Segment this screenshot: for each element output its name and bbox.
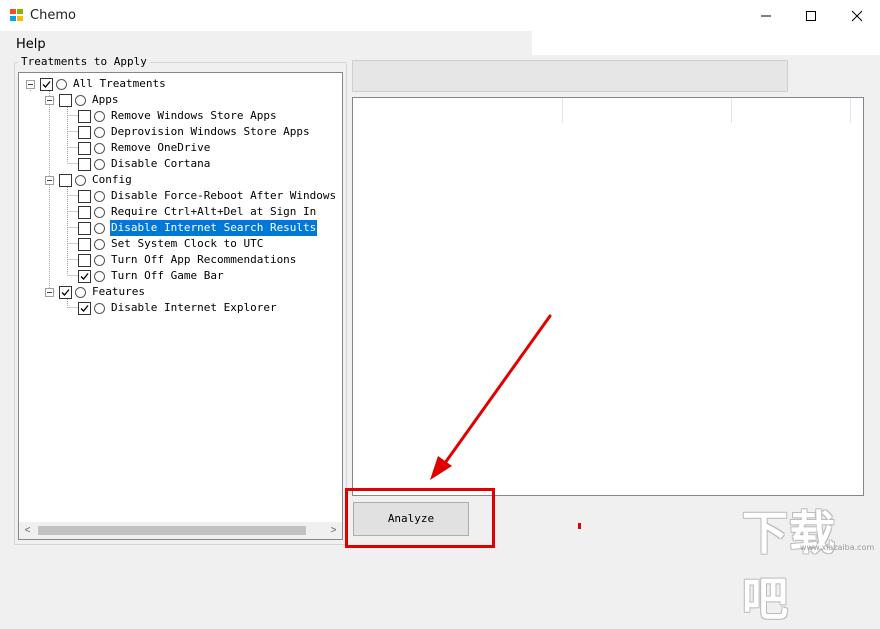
tree-node-label: Turn Off App Recommendations <box>111 253 297 266</box>
tree-node-label: Remove OneDrive <box>111 141 211 154</box>
status-radio-icon <box>75 95 86 106</box>
column-divider[interactable] <box>562 98 563 123</box>
item-checkbox[interactable] <box>78 190 91 203</box>
annotation-highlight-box <box>345 488 495 548</box>
item-checkbox[interactable] <box>78 254 91 267</box>
apps-checkbox[interactable] <box>59 94 72 107</box>
item-checkbox[interactable] <box>78 126 91 139</box>
tree-node-label-selected: Disable Internet Search Results <box>110 220 318 236</box>
status-radio-icon <box>75 287 86 298</box>
status-radio-icon <box>75 175 86 186</box>
window-title: Chemo <box>30 8 76 23</box>
tree-node-label: Turn Off Game Bar <box>111 269 224 282</box>
maximize-icon <box>806 11 816 21</box>
checkmark-icon <box>42 81 51 88</box>
results-list-header <box>353 98 863 123</box>
menu-bar: Help <box>0 31 532 55</box>
scroll-right-icon[interactable]: > <box>325 522 342 539</box>
maximize-button[interactable] <box>788 0 834 31</box>
close-button[interactable] <box>834 0 880 31</box>
tree-node-label: Set System Clock to UTC <box>111 237 264 250</box>
menu-help[interactable]: Help <box>16 37 46 52</box>
tree-item-disable-internet-search[interactable]: Disable Internet Search Results <box>19 220 339 236</box>
close-icon <box>851 10 863 22</box>
tree-node-apps[interactable]: Apps <box>19 92 339 108</box>
horizontal-scrollbar[interactable]: < > <box>19 522 342 539</box>
collapse-icon[interactable] <box>45 176 54 185</box>
item-checkbox[interactable] <box>78 222 91 235</box>
tree-item-remove-store-apps[interactable]: Remove Windows Store Apps <box>19 108 339 124</box>
item-checkbox[interactable] <box>78 158 91 171</box>
status-radio-icon <box>94 111 105 122</box>
tree-node-label: Disable Internet Explorer <box>111 301 277 314</box>
tree-item-remove-onedrive[interactable]: Remove OneDrive <box>19 140 339 156</box>
annotation-arrow-icon <box>430 314 552 480</box>
minimize-icon <box>761 15 771 17</box>
status-radio-icon <box>94 255 105 266</box>
watermark-url: www.xiazaiba.com <box>800 543 875 552</box>
item-checkbox[interactable] <box>78 206 91 219</box>
tree-node-root[interactable]: All Treatments <box>19 76 339 92</box>
item-checkbox[interactable] <box>78 302 91 315</box>
annotation-dot <box>578 523 581 529</box>
tree-node-label: Remove Windows Store Apps <box>111 109 277 122</box>
tree-node-config[interactable]: Config <box>19 172 339 188</box>
watermark-logo: 下载吧 <box>742 506 836 626</box>
treatments-tree[interactable]: All Treatments Apps Remove Windows Store… <box>18 72 343 540</box>
tree-node-label: All Treatments <box>73 77 166 90</box>
tree-node-features[interactable]: Features <box>19 284 339 300</box>
tree-node-label: Features <box>92 285 145 298</box>
status-radio-icon <box>94 207 105 218</box>
app-icon <box>10 9 24 22</box>
scroll-thumb[interactable] <box>38 526 306 535</box>
status-radio-icon <box>94 191 105 202</box>
status-radio-icon <box>94 271 105 282</box>
status-radio-icon <box>94 159 105 170</box>
title-bar: Chemo <box>0 0 880 31</box>
checkmark-icon <box>80 273 89 280</box>
item-checkbox[interactable] <box>78 142 91 155</box>
status-panel <box>352 60 788 92</box>
status-radio-icon <box>94 239 105 250</box>
collapse-icon[interactable] <box>45 96 54 105</box>
collapse-icon[interactable] <box>45 288 54 297</box>
tree-node-label: Require Ctrl+Alt+Del at Sign In <box>111 205 317 218</box>
scroll-left-icon[interactable]: < <box>19 522 36 539</box>
tree-node-label: Disable Cortana <box>111 157 211 170</box>
collapse-icon[interactable] <box>26 80 35 89</box>
tree-item-disable-force-reboot[interactable]: Disable Force-Reboot After Windows Upd <box>19 188 342 204</box>
tree-node-label: Deprovision Windows Store Apps <box>111 125 310 138</box>
minimize-button[interactable] <box>743 0 789 31</box>
status-radio-icon <box>94 143 105 154</box>
config-checkbox[interactable] <box>59 174 72 187</box>
status-radio-icon <box>94 303 105 314</box>
tree-item-turn-off-app-recs[interactable]: Turn Off App Recommendations <box>19 252 339 268</box>
item-checkbox[interactable] <box>78 270 91 283</box>
tree-item-disable-ie[interactable]: Disable Internet Explorer <box>19 300 339 316</box>
checkmark-icon <box>61 289 70 296</box>
root-checkbox[interactable] <box>40 78 53 91</box>
treatments-group-title: Treatments to Apply <box>18 55 150 68</box>
tree-item-require-ctrl-alt-del[interactable]: Require Ctrl+Alt+Del at Sign In <box>19 204 339 220</box>
tree-node-label: Config <box>92 173 132 186</box>
status-radio-icon <box>94 223 105 234</box>
features-checkbox[interactable] <box>59 286 72 299</box>
tree-node-label: Disable Force-Reboot After Windows Upd <box>111 189 343 202</box>
menu-bar-filler <box>532 31 880 55</box>
column-divider[interactable] <box>850 98 851 123</box>
status-radio-icon <box>56 79 67 90</box>
tree-item-deprovision-store-apps[interactable]: Deprovision Windows Store Apps <box>19 124 339 140</box>
tree-item-turn-off-game-bar[interactable]: Turn Off Game Bar <box>19 268 339 284</box>
status-radio-icon <box>94 127 105 138</box>
column-divider[interactable] <box>731 98 732 123</box>
item-checkbox[interactable] <box>78 238 91 251</box>
tree-item-disable-cortana[interactable]: Disable Cortana <box>19 156 339 172</box>
tree-node-label: Apps <box>92 93 119 106</box>
item-checkbox[interactable] <box>78 110 91 123</box>
tree-item-set-clock-utc[interactable]: Set System Clock to UTC <box>19 236 339 252</box>
checkmark-icon <box>80 305 89 312</box>
